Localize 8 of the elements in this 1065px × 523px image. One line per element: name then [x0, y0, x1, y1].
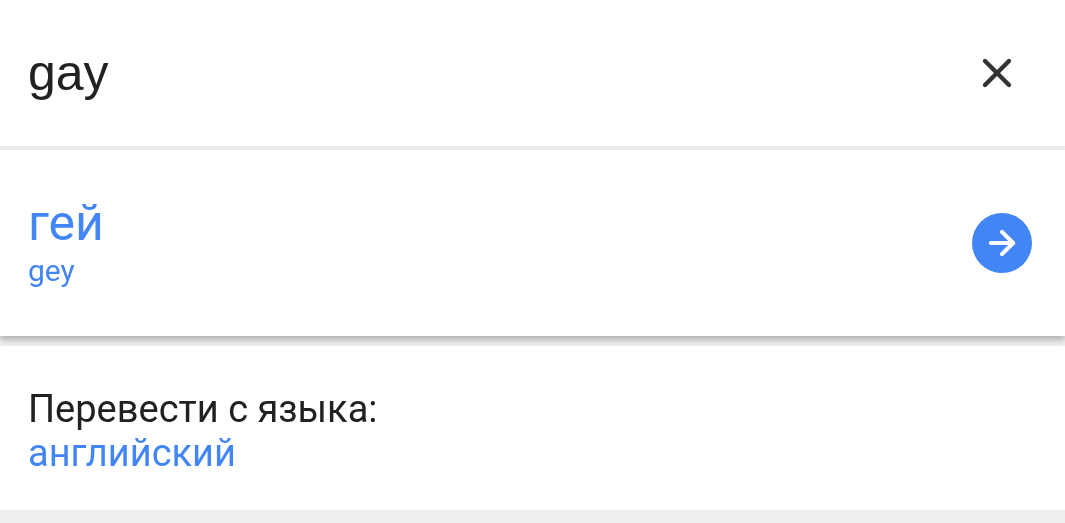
go-button[interactable]	[972, 213, 1032, 273]
close-button[interactable]	[969, 0, 1065, 146]
source-language-label: Перевести с языка:	[28, 388, 379, 432]
transliteration-text: gey	[28, 252, 76, 290]
translation-text: гей	[28, 196, 105, 251]
source-language-link[interactable]: английский	[28, 432, 1065, 476]
translation-card[interactable]: гей gey	[0, 150, 1065, 336]
search-field[interactable]: gay	[0, 0, 969, 146]
